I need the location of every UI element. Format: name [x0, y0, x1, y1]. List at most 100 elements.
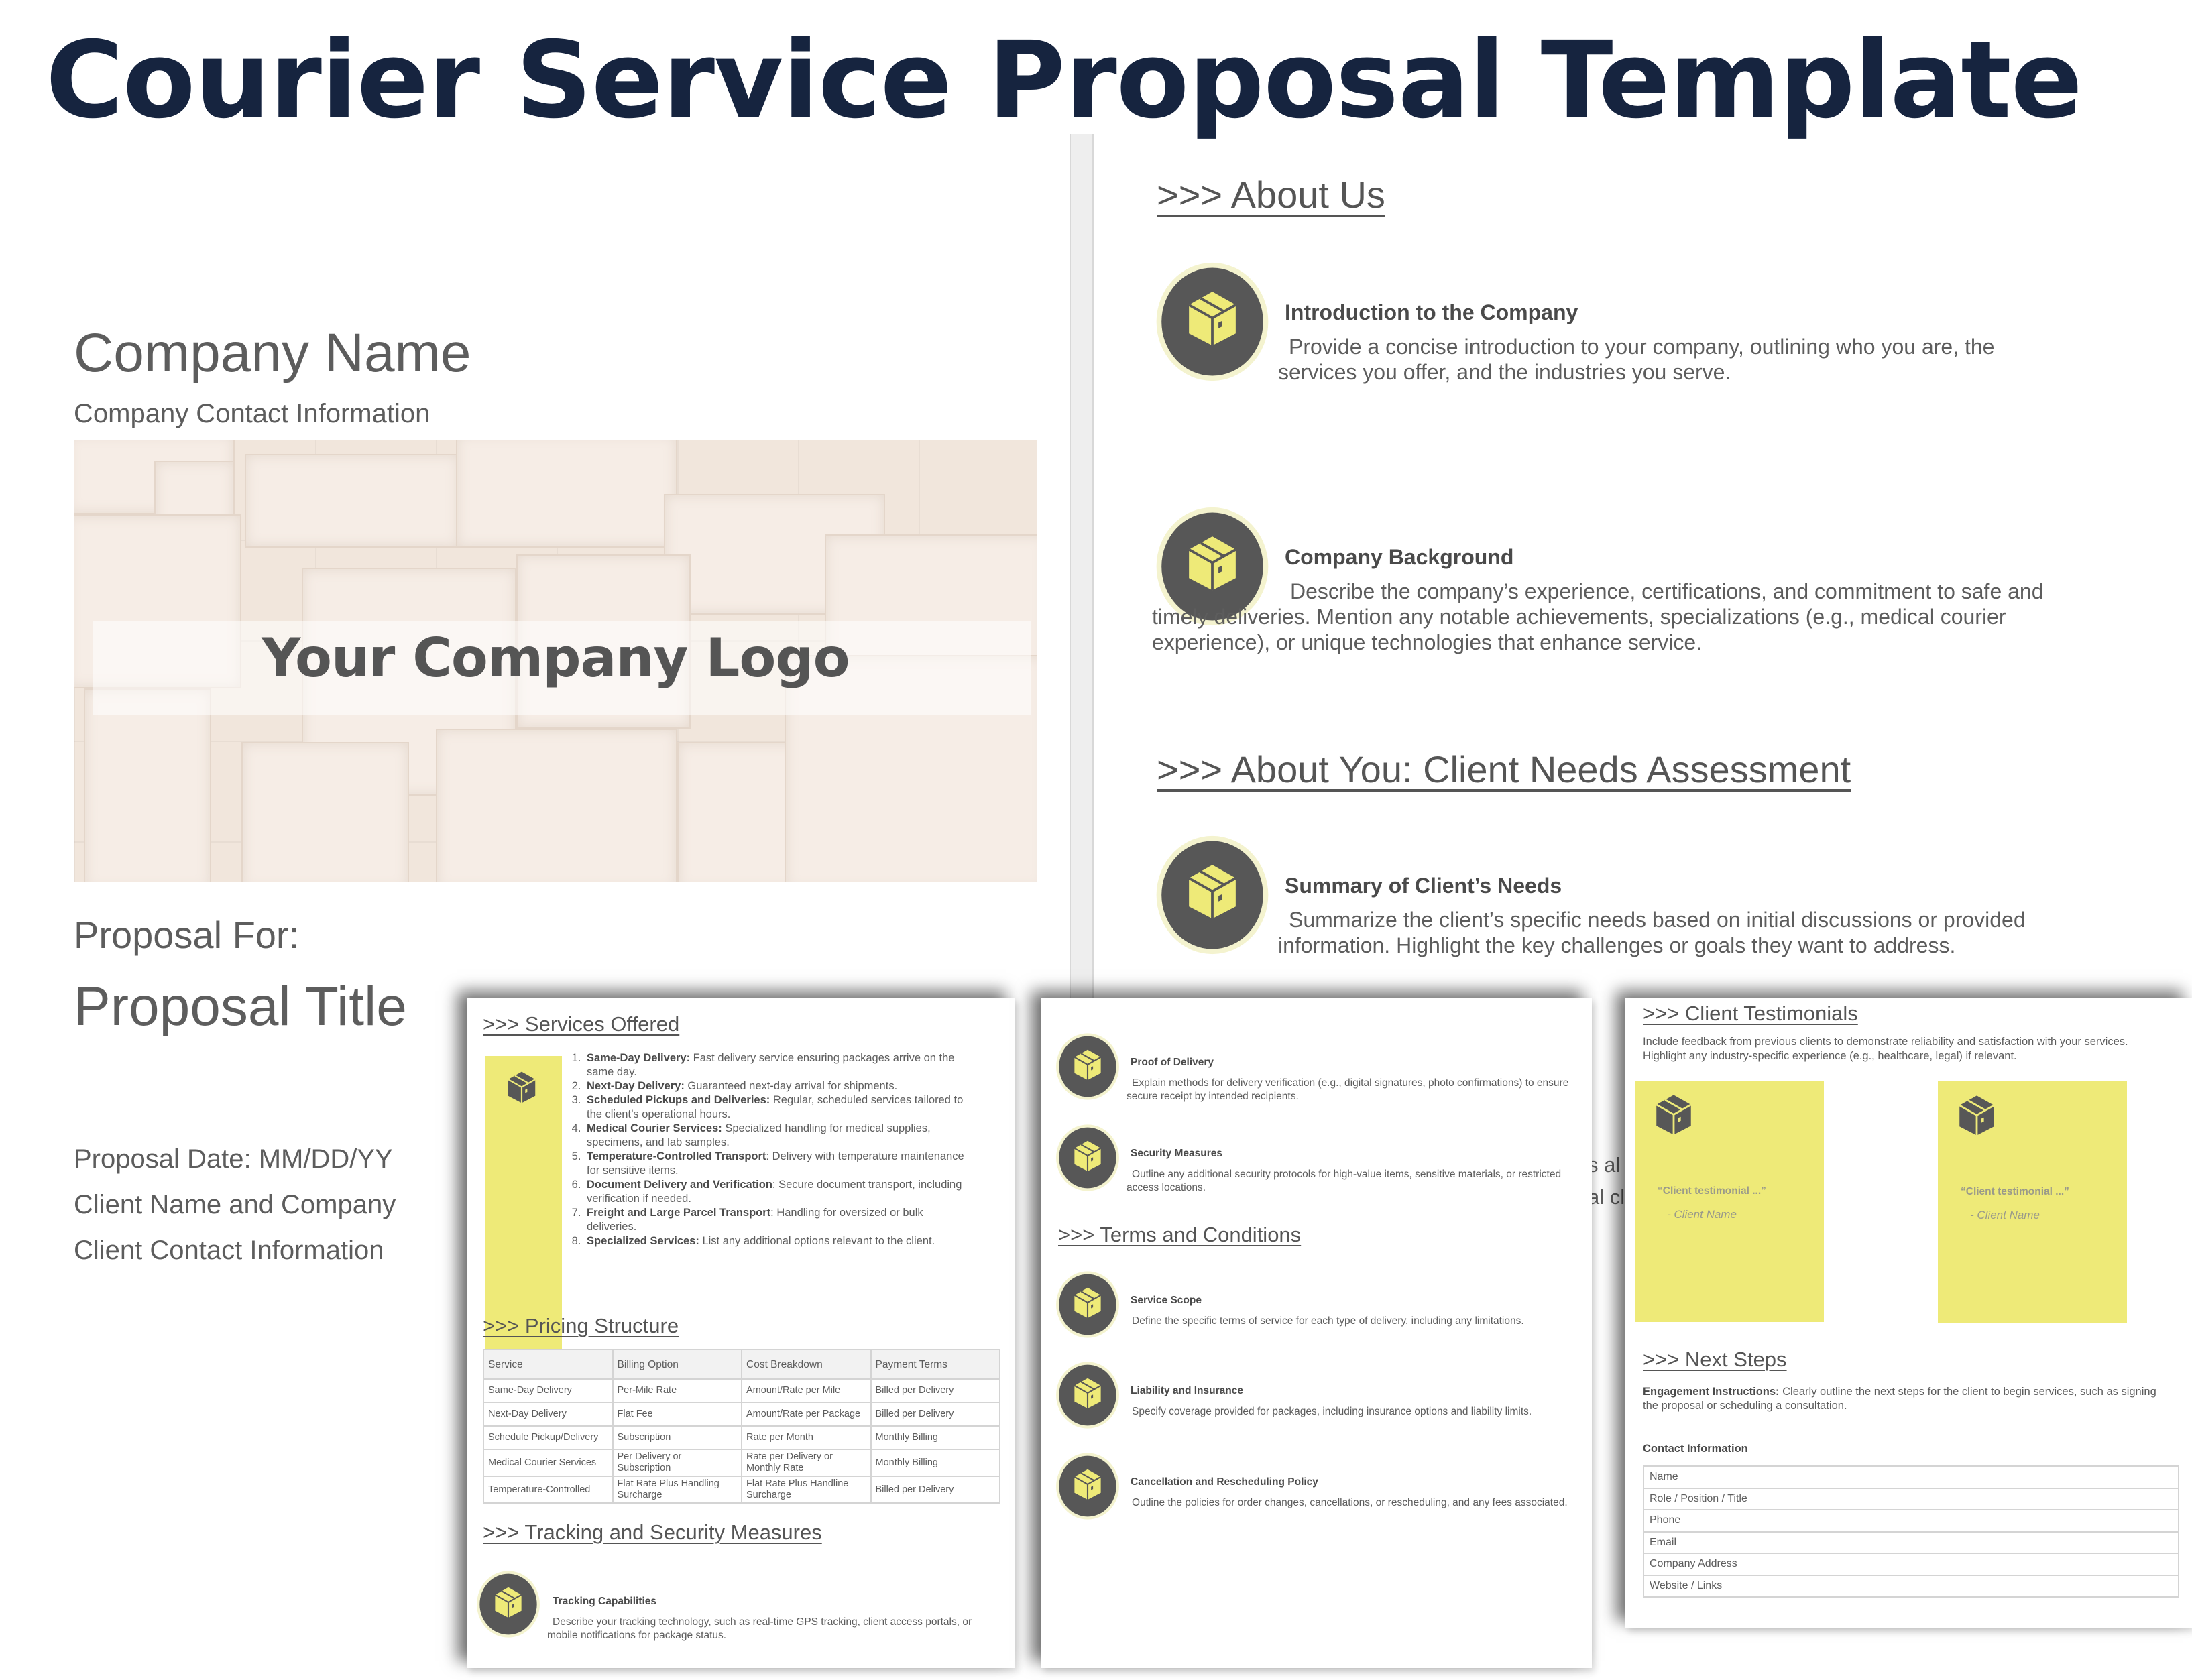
intro-feature: Introduction to the Company Provide a co…	[1152, 261, 2091, 396]
table-row: Email	[1643, 1531, 2179, 1554]
column-header: Billing Option	[612, 1349, 742, 1380]
package-box-icon	[1055, 1360, 1120, 1431]
terms-conditions-heading: >>> Terms and Conditions	[1058, 1223, 1302, 1246]
cover-meta: Proposal Date: MM/DD/YY Client Name and …	[74, 1136, 396, 1273]
testimonials-page: >>> Client Testimonials Include feedback…	[1625, 998, 2192, 1628]
service-item: Medical Courier Services: Specialized ha…	[584, 1122, 973, 1150]
column-header: Cost Breakdown	[741, 1349, 872, 1380]
services-accent-bar	[485, 1056, 562, 1354]
proof-title: Proof of Delivery	[1131, 1057, 1214, 1068]
liability-title: Liability and Insurance	[1131, 1385, 1243, 1396]
services-offered-heading: >>> Services Offered	[483, 1012, 680, 1036]
column-header: Payment Terms	[870, 1349, 1000, 1380]
service-item: Temperature-Controlled Transport: Delive…	[584, 1150, 973, 1178]
intro-title: Introduction to the Company	[1285, 300, 1578, 324]
proof-of-delivery-feature: Proof of Delivery Explain methods for de…	[1055, 1031, 1585, 1112]
client-testimonials-heading: >>> Client Testimonials	[1643, 1002, 1858, 1025]
testimonial-client-name: - Client Name	[1667, 1208, 1737, 1221]
company-contact-info: Company Contact Information	[74, 399, 430, 428]
pricing-header-row: Service Billing Option Cost Breakdown Pa…	[483, 1349, 1000, 1380]
client-needs-body: Summarize the client’s specific needs ba…	[1278, 908, 2026, 957]
security-measures-feature: Security Measures Outline any additional…	[1055, 1122, 1585, 1203]
package-box-icon	[1655, 1094, 1692, 1136]
package-box-icon	[507, 1069, 536, 1105]
proof-body: Explain methods for delivery verificatio…	[1127, 1077, 1569, 1102]
pricing-structure-heading: >>> Pricing Structure	[483, 1314, 679, 1337]
contact-field-address[interactable]: Company Address	[1643, 1553, 2179, 1576]
table-row: Name	[1643, 1465, 2179, 1489]
table-row: Company Address	[1643, 1553, 2179, 1576]
service-item: Specialized Services: List any additiona…	[584, 1234, 973, 1248]
security-title: Security Measures	[1131, 1148, 1222, 1159]
package-box-icon	[1152, 261, 1273, 382]
contact-information-heading: Contact Information	[1643, 1443, 1748, 1455]
cancellation-title: Cancellation and Rescheduling Policy	[1131, 1476, 1318, 1488]
company-name: Company Name	[74, 322, 471, 383]
table-row: Next-Day Delivery Flat Fee Amount/Rate p…	[483, 1402, 1000, 1427]
intro-body: Provide a concise introduction to your c…	[1278, 335, 1995, 384]
testimonial-quote: “Client testimonial ...”	[1658, 1185, 1766, 1197]
testimonial-card: “Client testimonial ...” - Client Name	[1635, 1081, 1824, 1322]
package-box-icon	[1055, 1269, 1120, 1340]
contact-field-email[interactable]: Email	[1643, 1531, 2179, 1554]
column-header: Service	[483, 1349, 614, 1380]
service-item: Document Delivery and Verification: Secu…	[584, 1178, 973, 1206]
proposal-title: Proposal Title	[74, 976, 407, 1037]
pricing-table: Service Billing Option Cost Breakdown Pa…	[483, 1349, 1000, 1504]
background-body: Describe the company’s experience, certi…	[1152, 579, 2044, 654]
contact-field-name[interactable]: Name	[1643, 1465, 2179, 1489]
table-row: Phone	[1643, 1509, 2179, 1533]
table-row: Temperature-Controlled Flat Rate Plus Ha…	[483, 1476, 1000, 1504]
testimonials-intro: Include feedback from previous clients t…	[1643, 1036, 2128, 1062]
tracking-feature: Tracking Capabilities Describe your trac…	[476, 1569, 1006, 1649]
cancellation-feature: Cancellation and Rescheduling Policy Out…	[1055, 1451, 1585, 1531]
contact-field-role[interactable]: Role / Position / Title	[1643, 1487, 2179, 1510]
background-title: Company Background	[1285, 545, 1514, 569]
company-logo-placeholder[interactable]: Your Company Logo	[74, 627, 1037, 689]
package-box-icon	[1152, 835, 1273, 955]
testimonial-quote: “Client testimonial ...”	[1961, 1186, 2069, 1197]
tracking-security-heading: >>> Tracking and Security Measures	[483, 1520, 822, 1544]
testimonial-card: “Client testimonial ...” - Client Name	[1938, 1081, 2127, 1323]
package-box-icon	[476, 1569, 540, 1640]
client-needs-heading: >>> About You: Client Needs Assessment	[1157, 748, 1851, 790]
engagement-instructions: Engagement Instructions: Clearly outline…	[1643, 1385, 2173, 1413]
package-box-icon	[1055, 1031, 1120, 1102]
client-needs-feature: Summary of Client’s Needs Summarize the …	[1152, 835, 2091, 969]
terms-page: Proof of Delivery Explain methods for de…	[1041, 998, 1592, 1668]
proposal-date: Proposal Date: MM/DD/YY	[74, 1144, 393, 1174]
contact-info-table: Name Role / Position / Title Phone Email…	[1643, 1465, 2179, 1598]
cancellation-body: Outline the policies for order changes, …	[1132, 1497, 1568, 1508]
document-title: Courier Service Proposal Template	[46, 19, 2083, 142]
proposal-for-label: Proposal For:	[74, 914, 300, 956]
about-us-heading: >>> About Us	[1157, 174, 1385, 216]
service-item: Next-Day Delivery: Guaranteed next-day a…	[584, 1079, 973, 1093]
table-row: Same-Day Delivery Per-Mile Rate Amount/R…	[483, 1378, 1000, 1403]
page-divider	[1070, 134, 1094, 1006]
engagement-label: Engagement Instructions:	[1643, 1386, 1780, 1398]
client-contact-info: Client Contact Information	[74, 1236, 384, 1265]
contact-field-phone[interactable]: Phone	[1643, 1509, 2179, 1533]
table-row: Schedule Pickup/Delivery Subscription Ra…	[483, 1425, 1000, 1450]
package-box-icon	[1958, 1095, 1996, 1136]
table-row: Role / Position / Title	[1643, 1487, 2179, 1510]
table-row: Medical Courier Services Per Delivery or…	[483, 1449, 1000, 1477]
testimonial-client-name: - Client Name	[1970, 1209, 2040, 1221]
service-item: Scheduled Pickups and Deliveries: Regula…	[584, 1093, 973, 1122]
tracking-title: Tracking Capabilities	[553, 1596, 657, 1607]
package-box-icon	[1055, 1122, 1120, 1193]
service-item: Same-Day Delivery: Fast delivery service…	[584, 1051, 973, 1079]
client-name-company: Client Name and Company	[74, 1190, 396, 1219]
background-feature: Company Background Describe the company’…	[1152, 506, 2091, 667]
contact-field-website[interactable]: Website / Links	[1643, 1574, 2179, 1598]
service-scope-body: Define the specific terms of service for…	[1132, 1315, 1524, 1327]
table-row: Website / Links	[1643, 1574, 2179, 1598]
cover-photo-boxes: Your Company Logo	[74, 440, 1037, 882]
service-item: Freight and Large Parcel Transport: Hand…	[584, 1206, 973, 1234]
tracking-body: Describe your tracking technology, such …	[547, 1616, 972, 1641]
package-box-icon	[1055, 1451, 1120, 1522]
peek-text: al cl	[1588, 1185, 1625, 1209]
service-scope-feature: Service Scope Define the specific terms …	[1055, 1269, 1585, 1349]
liability-body: Specify coverage provided for packages, …	[1132, 1406, 1532, 1417]
peek-text: s al	[1588, 1153, 1621, 1177]
